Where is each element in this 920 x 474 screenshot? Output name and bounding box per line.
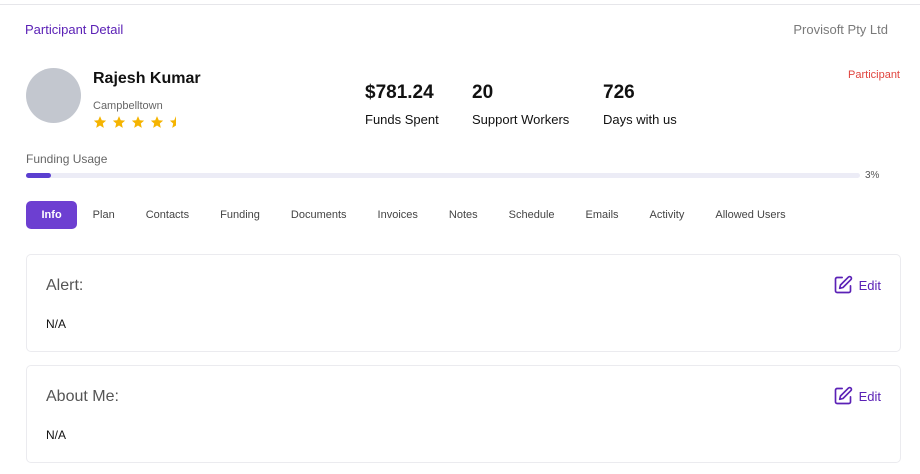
tab-allowed-users[interactable]: Allowed Users: [700, 201, 801, 229]
stat-label: Support Workers: [472, 112, 570, 127]
tab-activity[interactable]: Activity: [634, 201, 700, 229]
stat-support-workers: 20 Support Workers: [472, 82, 569, 127]
rating-stars: [93, 115, 183, 129]
star-half-icon: [169, 116, 176, 128]
stat-value: 20: [472, 82, 494, 103]
about-me-card: About Me: Edit N/A: [26, 365, 901, 463]
tab-notes[interactable]: Notes: [433, 201, 493, 229]
edit-icon: [834, 275, 852, 294]
tab-documents[interactable]: Documents: [275, 201, 362, 229]
star-icon: [131, 116, 145, 128]
stat-label: Days with us: [603, 112, 677, 127]
alert-card: Alert: Edit N/A: [26, 254, 901, 352]
stat-value: $781.24: [365, 82, 434, 103]
tab-emails[interactable]: Emails: [570, 201, 634, 229]
funding-progress-bar: [26, 173, 860, 178]
tab-bar: Info Plan Contacts Funding Documents Inv…: [26, 201, 801, 229]
stat-funds-spent: $781.24 Funds Spent: [365, 82, 439, 127]
top-divider: [0, 4, 920, 5]
funding-usage-label: Funding Usage: [26, 152, 108, 166]
tab-schedule[interactable]: Schedule: [493, 201, 570, 229]
star-icon: [93, 116, 107, 128]
avatar: [26, 68, 81, 123]
stat-days-with-us: 726 Days with us: [603, 82, 677, 127]
participant-name: Rajesh Kumar: [93, 70, 201, 87]
alert-title: Alert:: [46, 277, 84, 294]
tab-funding[interactable]: Funding: [205, 201, 276, 229]
stat-label: Funds Spent: [365, 112, 439, 127]
funding-percent: 3%: [865, 170, 880, 181]
alert-edit-button[interactable]: Edit: [833, 275, 881, 295]
star-icon: [112, 116, 126, 128]
about-me-title: About Me:: [46, 388, 119, 405]
tab-invoices[interactable]: Invoices: [362, 201, 433, 229]
alert-value: N/A: [46, 317, 67, 331]
participant-location: Campbelltown: [93, 100, 163, 112]
tab-plan[interactable]: Plan: [77, 201, 130, 229]
tab-info[interactable]: Info: [26, 201, 78, 229]
edit-label: Edit: [858, 388, 881, 404]
company-name: Provisoft Pty Ltd: [793, 22, 888, 37]
edit-label: Edit: [858, 277, 881, 293]
about-me-value: N/A: [46, 428, 67, 442]
funding-progress-fill: [26, 173, 52, 178]
tab-contacts[interactable]: Contacts: [130, 201, 204, 229]
role-badge: Participant: [848, 69, 900, 81]
stat-value: 726: [603, 82, 635, 103]
about-me-edit-button[interactable]: Edit: [833, 386, 881, 406]
edit-icon: [834, 386, 852, 405]
star-icon: [150, 116, 164, 128]
page-title: Participant Detail: [25, 22, 124, 37]
